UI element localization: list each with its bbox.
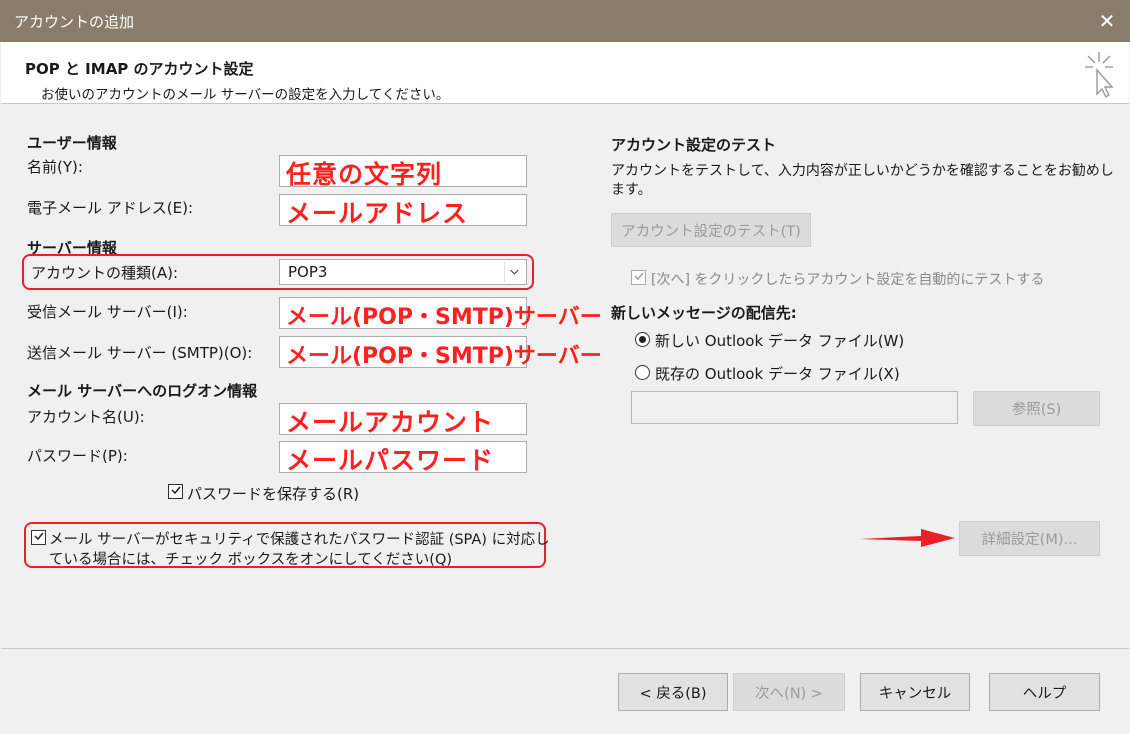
incoming-server-value: メール(POP・SMTP)サーバー	[286, 305, 602, 330]
name-label: 名前(Y):	[27, 158, 83, 176]
help-button[interactable]: ヘルプ	[989, 673, 1100, 711]
email-field[interactable]: メールアドレス	[279, 194, 527, 228]
email-label: 電子メール アドレス(E):	[27, 199, 194, 217]
test-account-button[interactable]: アカウント設定のテスト(T)	[611, 213, 811, 247]
save-password-checkbox[interactable]	[168, 484, 183, 499]
red-arrow-icon	[859, 529, 955, 547]
spa-label-line1: メール サーバーがセキュリティで保護されたパスワード認証 (SPA) に対応し	[49, 532, 550, 548]
incoming-server-field[interactable]: メール(POP・SMTP)サーバー	[279, 297, 602, 330]
password-value: メールパスワード	[286, 446, 495, 475]
test-description-line1: アカウントをテストして、入力内容が正しいかどうかを確認することをお勧めし	[611, 163, 1114, 179]
incoming-server-label: 受信メール サーバー(I):	[27, 303, 188, 321]
delivery-heading: 新しいメッセージの配信先:	[611, 304, 797, 322]
password-label: パスワード(P):	[27, 447, 128, 465]
dialog-content: ユーザー情報 名前(Y): 任意の文字列 電子メール アドレス(E): メールア…	[1, 104, 1129, 648]
new-data-file-label: 新しい Outlook データ ファイル(W)	[655, 332, 905, 350]
outgoing-server-label: 送信メール サーバー (SMTP)(O):	[27, 344, 253, 362]
logon-info-heading: メール サーバーへのログオン情報	[27, 382, 258, 400]
account-type-select[interactable]: POP3	[279, 259, 527, 285]
cancel-button[interactable]: キャンセル	[860, 673, 970, 711]
cursor-sparkle-icon	[1085, 52, 1114, 98]
auto-test-label: [次へ] をクリックしたらアカウント設定を自動的にテストする	[651, 272, 1045, 288]
account-name-value: メールアカウント	[286, 408, 495, 437]
outgoing-server-value: メール(POP・SMTP)サーバー	[286, 344, 602, 369]
back-button[interactable]: < 戻る(B)	[618, 673, 728, 711]
password-field[interactable]: メールパスワード	[279, 441, 527, 475]
spa-label-line2: ている場合には、チェック ボックスをオンにしてください(Q)	[49, 552, 453, 568]
spa-checkbox[interactable]	[31, 530, 46, 545]
save-password-label: パスワードを保存する(R)	[187, 485, 360, 503]
user-info-heading: ユーザー情報	[27, 134, 117, 152]
close-icon[interactable]: ✕	[1084, 0, 1130, 42]
test-heading: アカウント設定のテスト	[611, 136, 777, 154]
test-description-line2: ます。	[611, 182, 652, 198]
advanced-settings-button[interactable]: 詳細設定(M)...	[959, 521, 1100, 556]
outgoing-server-field[interactable]: メール(POP・SMTP)サーバー	[279, 336, 602, 369]
header-title: POP と IMAP のアカウント設定	[25, 60, 254, 78]
existing-data-file-label: 既存の Outlook データ ファイル(X)	[655, 365, 900, 383]
window-title: アカウントの追加	[14, 13, 135, 31]
checkmark-icon	[171, 486, 181, 495]
account-type-label: アカウントの種類(A):	[31, 264, 179, 282]
account-type-value: POP3	[288, 263, 328, 281]
dialog-header: POP と IMAP のアカウント設定 お使いのアカウントのメール サーバーの設…	[1, 42, 1129, 104]
new-data-file-radio[interactable]	[635, 332, 650, 347]
next-button[interactable]: 次へ(N) >	[733, 673, 845, 711]
header-subtitle: お使いのアカウントのメール サーバーの設定を入力してください。	[41, 87, 450, 103]
name-field[interactable]: 任意の文字列	[279, 155, 527, 189]
dialog-footer: < 戻る(B) 次へ(N) > キャンセル ヘルプ	[1, 648, 1129, 734]
name-field-value: 任意の文字列	[286, 160, 443, 189]
account-name-label: アカウント名(U):	[27, 408, 145, 426]
title-bar: アカウントの追加 ✕	[0, 0, 1130, 42]
checkmark-icon	[634, 272, 644, 281]
auto-test-checkbox[interactable]	[631, 270, 646, 285]
checkmark-icon	[34, 532, 44, 541]
existing-data-file-radio[interactable]	[635, 365, 650, 380]
browse-button[interactable]: 参照(S)	[973, 391, 1100, 426]
account-name-field[interactable]: メールアカウント	[279, 403, 527, 437]
chevron-down-icon	[504, 262, 519, 282]
existing-data-file-path[interactable]	[631, 391, 958, 424]
email-field-value: メールアドレス	[286, 199, 469, 228]
